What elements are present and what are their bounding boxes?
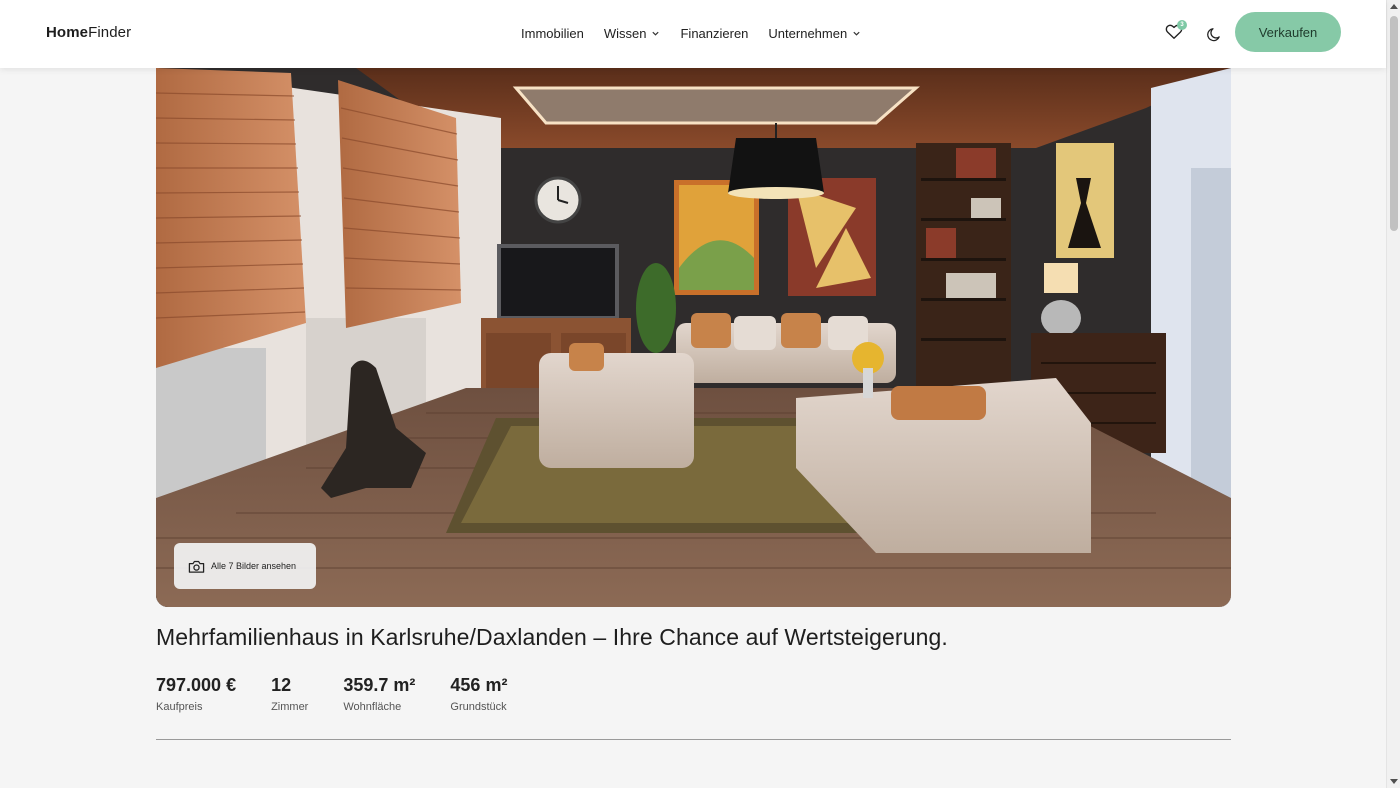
section-divider xyxy=(156,739,1231,740)
scrollbar-thumb[interactable] xyxy=(1390,16,1398,231)
favorites-button[interactable]: 3 xyxy=(1165,20,1187,43)
nav-label: Wissen xyxy=(603,26,647,41)
moon-icon[interactable] xyxy=(1206,26,1223,43)
nav-label: Immobilien xyxy=(521,26,584,41)
nav-item-unternehmen[interactable]: Unternehmen xyxy=(768,26,861,41)
view-all-images-button[interactable]: Alle 7 Bilder ansehen xyxy=(174,543,316,589)
fact-label: Wohnfläche xyxy=(343,701,402,713)
hero-image[interactable]: Alle 7 Bilder ansehen xyxy=(156,68,1231,607)
nav-item-immobilien[interactable]: Immobilien xyxy=(521,26,584,41)
view-all-images-label: Alle 7 Bilder ansehen xyxy=(211,561,297,571)
fact-value: 797.000 € xyxy=(156,675,237,695)
nav-label: Unternehmen xyxy=(768,26,848,41)
scroll-up-arrow-icon[interactable] xyxy=(1390,4,1398,9)
nav-item-finanzieren[interactable]: Finanzieren xyxy=(680,26,748,41)
chevron-down-icon xyxy=(853,31,860,36)
nav-item-wissen[interactable]: Wissen xyxy=(604,26,661,41)
fact-value: 359.7 m² xyxy=(343,675,416,695)
fact-label: Zimmer xyxy=(271,701,309,713)
chevron-down-icon xyxy=(652,31,660,36)
living-room-photo xyxy=(156,68,1231,607)
fact-price: 797.000 € Kaufpreis xyxy=(156,675,236,713)
favorites-count-badge: 3 xyxy=(1177,20,1187,30)
site-header: HomeFinder Immobilien Wissen Finanzieren… xyxy=(0,0,1386,68)
camera-icon xyxy=(188,560,205,573)
logo[interactable]: HomeFinder xyxy=(46,24,131,41)
logo-bold-text: Home xyxy=(46,24,89,41)
fact-plot-area: 456 m² Grundstück xyxy=(450,675,507,713)
fact-value: 12 xyxy=(271,675,292,695)
sell-button[interactable]: Verkaufen xyxy=(1235,12,1341,52)
fact-value: 456 m² xyxy=(450,675,508,695)
main-nav: Immobilien Wissen Finanzieren Unternehme… xyxy=(521,26,861,41)
fact-living-area: 359.7 m² Wohnfläche xyxy=(343,675,415,713)
page-scrollbar[interactable] xyxy=(1386,0,1400,788)
fact-rooms: 12 Zimmer xyxy=(271,675,308,713)
nav-label: Finanzieren xyxy=(680,26,749,41)
scroll-down-arrow-icon[interactable] xyxy=(1390,779,1398,784)
fact-label: Grundstück xyxy=(450,701,507,713)
logo-light-text: Finder xyxy=(88,24,132,41)
fact-label: Kaufpreis xyxy=(156,701,203,713)
key-facts: 797.000 € Kaufpreis 12 Zimmer 359.7 m² W… xyxy=(156,675,507,713)
listing-title: Mehrfamilienhaus in Karlsruhe/Daxlanden … xyxy=(156,624,948,650)
